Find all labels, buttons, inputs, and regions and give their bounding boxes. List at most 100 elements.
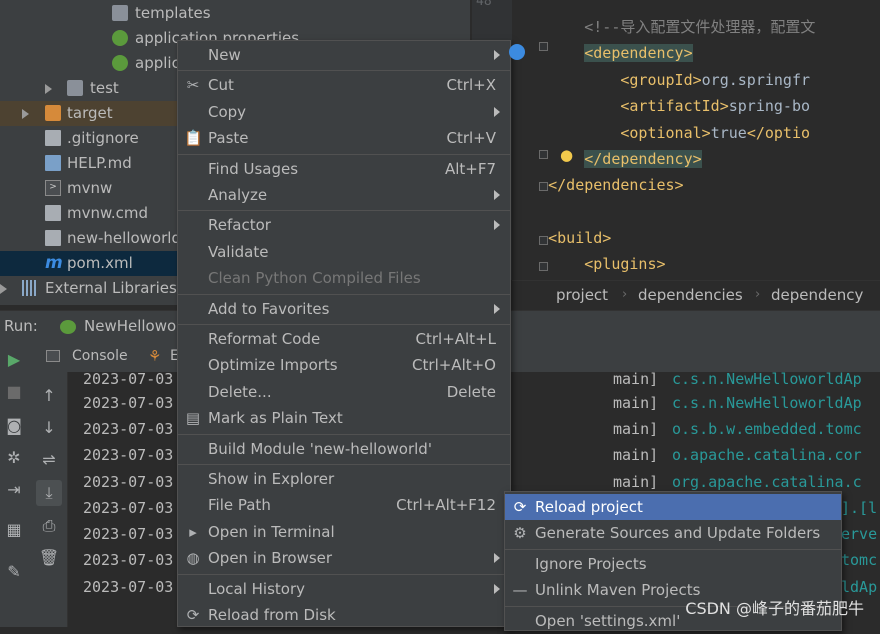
debug-icon[interactable]: ✲ (3, 448, 25, 467)
breadcrumb-item-dependencies[interactable]: dependencies (638, 281, 743, 309)
code-editor[interactable]: <!--导入配置文件处理器，配置文 <dependency> <groupId>… (512, 0, 880, 280)
exit-icon[interactable]: ⇥ (3, 480, 25, 499)
menu-item-shortcut: Ctrl+Alt+L (415, 330, 497, 348)
menu-item-mark-as-plain-text[interactable]: ▤ Mark as Plain Text (178, 405, 510, 431)
menu-item-open-in-browser[interactable]: ◍ Open in Browser (178, 545, 510, 571)
tree-item-templates[interactable]: templates (0, 1, 470, 26)
file-icon (45, 130, 61, 146)
camera-icon[interactable]: ◙ (3, 416, 25, 435)
menu-separator (178, 464, 510, 465)
trash-icon[interactable]: 🗑 (38, 548, 60, 567)
pin-icon[interactable]: ✎ (3, 562, 25, 581)
markdown-icon (45, 155, 61, 171)
log-logger[interactable]: c.s.n.NewHelloworldAp (672, 390, 862, 416)
menu-item-refactor[interactable]: Refactor (178, 212, 510, 238)
fold-marker-icon[interactable] (539, 236, 548, 245)
menu-item-reload-project[interactable]: ⟳ Reload project (505, 494, 841, 520)
menu-separator (178, 70, 510, 72)
code-token: true (710, 124, 747, 142)
menu-item-add-to-favorites[interactable]: Add to Favorites (178, 296, 510, 322)
menu-item-reformat-code[interactable]: Reformat Code Ctrl+Alt+L (178, 326, 510, 352)
log-logger[interactable]: ].[l (841, 495, 877, 521)
stop-icon[interactable]: ■ (3, 382, 25, 401)
run-side-toolbar: ▶ ■ ◙ ✲ ⇥ ▦ ✎ (0, 342, 30, 627)
menu-item-label: Reformat Code (208, 330, 321, 348)
chevron-right-icon[interactable] (45, 84, 52, 94)
menu-item-label: Open in Terminal (208, 522, 335, 541)
menu-separator (505, 548, 841, 550)
menu-item-optimize-imports[interactable]: Optimize Imports Ctrl+Alt+O (178, 352, 510, 378)
fold-marker-icon[interactable] (539, 42, 548, 51)
tree-item-label: new-helloworld (67, 229, 181, 247)
log-logger[interactable]: erve (841, 521, 877, 547)
chevron-right-icon (494, 50, 500, 60)
log-logger[interactable]: tomc (841, 547, 877, 573)
menu-item-delete[interactable]: Delete... Delete (178, 379, 510, 405)
menu-item-label: Ignore Projects (535, 554, 647, 573)
maven-reload-icon[interactable] (509, 44, 525, 60)
log-thread: main] (613, 394, 659, 412)
menu-item-label: Refactor (208, 216, 271, 235)
menu-item-reload-from-disk[interactable]: ⟳ Reload from Disk (178, 602, 510, 628)
fold-marker-icon[interactable] (539, 150, 548, 159)
breadcrumb-item-dependency[interactable]: dependency (771, 281, 863, 309)
menu-item-generate-sources-and-update-folders[interactable]: ⚙ Generate Sources and Update Folders (505, 520, 841, 546)
chevron-right-icon[interactable] (0, 284, 7, 294)
menu-separator (178, 324, 510, 325)
menu-item-file-path[interactable]: File Path Ctrl+Alt+F12 (178, 492, 510, 518)
arrow-down-icon[interactable]: ↓ (38, 418, 60, 437)
menu-item-ignore-projects[interactable]: Ignore Projects (505, 551, 841, 577)
breadcrumb-item-project[interactable]: project (556, 281, 608, 309)
menu-item-label: Unlink Maven Projects (535, 581, 701, 600)
menu-item-label: Reload from Disk (208, 606, 336, 624)
log-logger[interactable]: c.s.n.NewHelloworldAp (672, 372, 862, 392)
rerun-icon[interactable]: ▶ (3, 350, 25, 369)
code-token: <dependency> (584, 44, 693, 62)
menu-item-shortcut: Ctrl+Alt+O (412, 356, 496, 375)
menu-item-copy[interactable]: Copy (178, 99, 510, 125)
log-logger[interactable]: o.s.b.w.embedded.tomc (672, 416, 862, 442)
menu-item-show-in-explorer[interactable]: Show in Explorer (178, 466, 510, 492)
menu-separator (178, 573, 510, 575)
menu-item-label: Show in Explorer (208, 470, 335, 488)
tree-item-label: mvnw (67, 179, 113, 197)
chevron-right-icon (494, 220, 500, 231)
scroll-to-end-icon[interactable]: ⤓ (36, 480, 62, 506)
console-icon (46, 350, 60, 362)
log-logger[interactable]: o.apache.catalina.cor (672, 442, 862, 468)
layout-icon[interactable]: ▦ (3, 520, 25, 539)
menu-item-open-in-terminal[interactable]: ▸ Open in Terminal (178, 519, 510, 545)
menu-item-find-usages[interactable]: Find Usages Alt+F7 (178, 156, 510, 182)
chevron-right-icon[interactable] (22, 109, 29, 119)
run-config-tab[interactable]: NewHellowo (84, 317, 176, 335)
menu-item-label: File Path (208, 496, 271, 515)
menu-item-local-history[interactable]: Local History (178, 576, 510, 602)
log-timestamp: 2023-07-03 (83, 525, 174, 543)
menu-item-new[interactable]: New (178, 42, 510, 68)
folder-icon (67, 80, 83, 96)
menu-item-validate[interactable]: Validate (178, 239, 510, 265)
menu-item-cut[interactable]: ✂ Cut Ctrl+X (178, 72, 510, 98)
arrow-up-icon[interactable]: ↑ (38, 386, 60, 405)
print-icon[interactable]: ⎙ (38, 516, 60, 536)
menu-item-label: Local History (208, 579, 306, 598)
log-timestamp: 2023-07-03 (83, 420, 174, 438)
soft-wrap-icon[interactable]: ⇌ (38, 450, 60, 469)
log-timestamp: 2023-07-03 (83, 372, 174, 388)
fold-marker-icon[interactable] (539, 262, 548, 271)
log-thread: main] (613, 446, 659, 464)
tree-item-label: HELP.md (67, 154, 132, 172)
menu-item-clean-python-compiled-files: Clean Python Compiled Files (178, 265, 510, 291)
menu-item-paste[interactable]: 📋 Paste Ctrl+V (178, 125, 510, 151)
menu-item-analyze[interactable]: Analyze (178, 182, 510, 208)
breadcrumb-separator-icon: › (622, 287, 628, 302)
tab-console[interactable]: Console (72, 348, 128, 364)
fold-marker-icon[interactable] (539, 182, 548, 191)
run-label: Run: (4, 317, 38, 335)
lightbulb-icon[interactable]: ● (560, 146, 573, 164)
chevron-right-icon (494, 553, 500, 564)
minus-icon: — (512, 581, 528, 600)
menu-item-build-module-new-helloworld[interactable]: Build Module 'new-helloworld' (178, 436, 510, 462)
breadcrumb-separator-icon: › (755, 287, 761, 302)
watermark: CSDN @峰子的番茄肥牛 (685, 599, 864, 618)
